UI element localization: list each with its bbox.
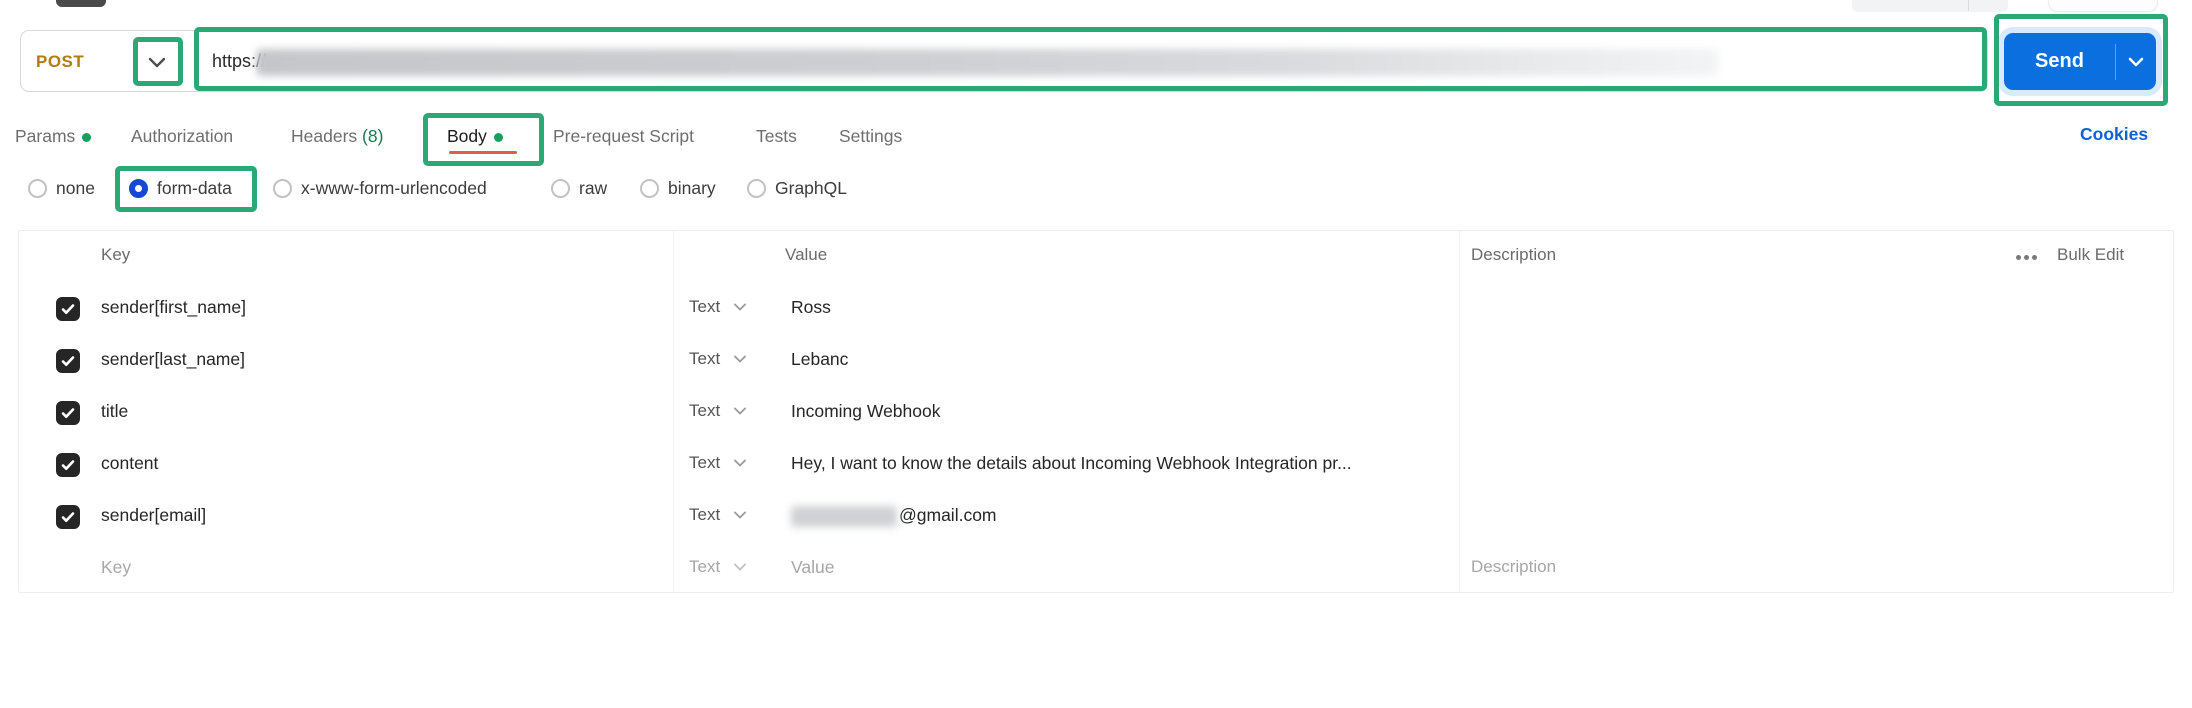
email-redacted-blur [791,505,897,527]
body-dot-icon [493,132,503,142]
type-dropdown[interactable]: Text [689,297,747,317]
table-row: title Text Incoming Webhook [19,386,2173,438]
radio-form-data[interactable]: form-data [129,178,232,199]
row-checkbox[interactable] [56,297,80,321]
cutoff-environment-bar [1852,0,2008,12]
body-type-options: none form-data x-www-form-urlencoded raw… [0,172,2192,212]
cookies-link[interactable]: Cookies [2080,124,2148,145]
radio-none[interactable]: none [28,178,95,199]
headers-count: (8) [362,126,384,146]
key-cell-placeholder[interactable]: Key [101,557,131,578]
key-cell[interactable]: sender[first_name] [101,297,246,318]
column-header-key: Key [101,245,131,264]
tab-settings[interactable]: Settings [839,126,902,147]
radio-circle-icon [747,179,766,198]
url-redacted-blur [256,49,1718,76]
radio-x-www-form-urlencoded[interactable]: x-www-form-urlencoded [273,178,487,199]
more-options-icon[interactable] [2016,255,2021,260]
table-row: content Text Hey, I want to know the det… [19,438,2173,490]
chevron-down-icon [733,302,747,312]
send-button-label: Send [2035,50,2084,72]
value-cell-placeholder[interactable]: Value [791,557,834,578]
radio-circle-icon [273,179,292,198]
radio-binary[interactable]: binary [640,178,716,199]
key-cell[interactable]: sender[email] [101,505,206,526]
type-dropdown[interactable]: Text [689,453,747,473]
tab-pre-request-script[interactable]: Pre-request Script [553,126,694,147]
chevron-down-icon [733,510,747,520]
radio-circle-icon [640,179,659,198]
description-cell-placeholder[interactable]: Description [1471,557,1556,577]
row-checkbox[interactable] [56,349,80,373]
form-data-table: Key Value Description Bulk Edit sender[f… [18,230,2174,593]
tab-params[interactable]: Params [15,126,92,147]
body-tab-active-indicator [449,151,517,154]
tab-body[interactable]: Body [447,126,503,147]
method-dropdown-chevron-icon[interactable] [144,50,170,74]
method-selector[interactable]: POST [36,52,84,72]
type-dropdown[interactable]: Text [689,349,747,369]
value-cell[interactable]: Incoming Webhook [791,401,941,422]
tab-headers[interactable]: Headers (8) [291,126,383,147]
radio-selected-icon [129,179,148,198]
bulk-edit-button[interactable]: Bulk Edit [2057,245,2124,265]
row-checkbox[interactable] [56,401,80,425]
value-cell[interactable]: Ross [791,297,831,318]
request-tabs: Params Authorization Headers (8) Body Pr… [0,118,2192,158]
send-button[interactable]: Send [2004,33,2156,90]
chevron-down-icon [733,562,747,572]
column-header-value: Value [785,245,828,264]
type-dropdown[interactable]: Text [689,505,747,525]
key-cell[interactable]: sender[last_name] [101,349,245,370]
chevron-down-icon [733,354,747,364]
radio-circle-icon [28,179,47,198]
table-header-row: Key Value Description Bulk Edit [19,231,2173,279]
cutoff-divider [1968,0,1969,11]
value-cell[interactable]: Hey, I want to know the details about In… [791,453,1352,474]
cutoff-top-tab [56,0,106,7]
value-cell[interactable]: @gmail.com [791,505,997,527]
table-row-empty: Key Text Value Description [19,542,2173,594]
value-cell[interactable]: Lebanc [791,349,848,370]
chevron-down-icon [733,458,747,468]
chevron-down-icon [733,406,747,416]
tab-tests[interactable]: Tests [756,126,797,147]
type-dropdown[interactable]: Text [689,401,747,421]
params-dot-icon [82,132,92,142]
table-row: sender[first_name] Text Ross [19,282,2173,334]
table-row: sender[email] Text @gmail.com [19,490,2173,542]
key-cell[interactable]: content [101,453,158,474]
row-checkbox[interactable] [56,505,80,529]
table-row: sender[last_name] Text Lebanc [19,334,2173,386]
send-options-chevron-icon[interactable] [2116,54,2156,70]
radio-graphql[interactable]: GraphQL [747,178,847,199]
radio-raw[interactable]: raw [551,178,607,199]
tab-authorization[interactable]: Authorization [131,126,233,147]
column-header-description: Description [1471,245,1557,264]
row-checkbox[interactable] [56,453,80,477]
radio-circle-icon [551,179,570,198]
key-cell[interactable]: title [101,401,128,422]
cutoff-environment-selector [2048,0,2158,12]
type-dropdown[interactable]: Text [689,557,747,577]
